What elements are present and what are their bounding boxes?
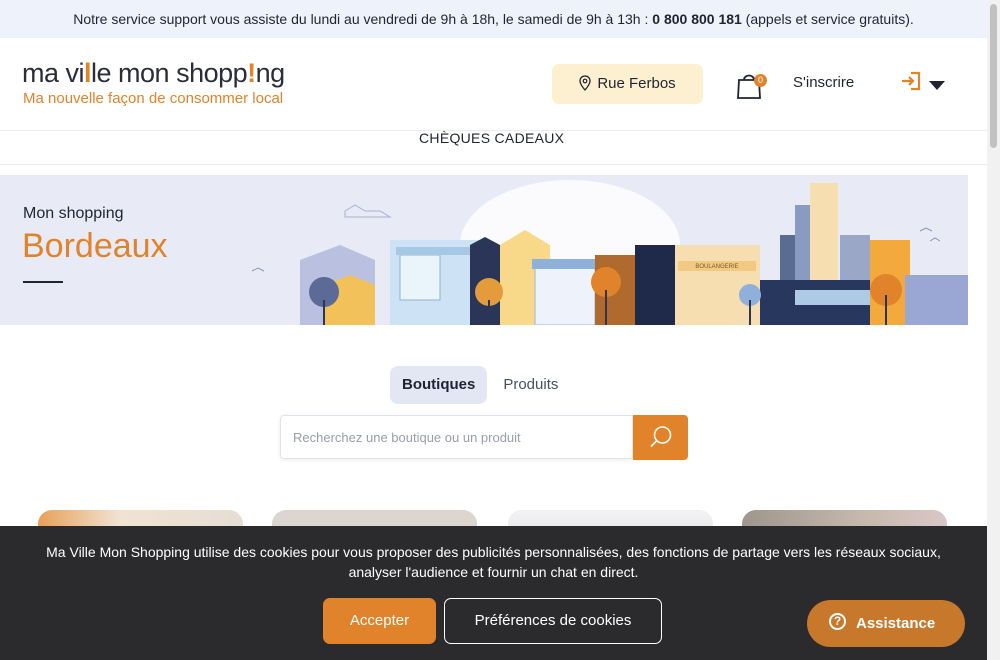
cart-count-badge: 0 [754,74,767,87]
tab-boutiques[interactable]: Boutiques [390,366,488,404]
city-hero-banner: Mon shopping Bordeaux BOULANGERIE [0,175,968,325]
assistance-button[interactable]: ? Assistance [807,600,965,647]
search-tabs: Boutiques Produits [390,366,574,404]
signup-link[interactable]: S'inscrire [793,74,854,91]
search-button[interactable] [633,415,688,460]
main-nav: CHÈQUES CADEAUX [0,130,987,165]
support-bar: Notre service support vous assiste du lu… [0,0,987,38]
accept-cookies-button[interactable]: Accepter [323,598,436,644]
page-scrollbar[interactable] [987,0,1000,660]
hero-subtitle: Mon shopping [23,205,124,222]
cookie-preferences-button[interactable]: Préférences de cookies [444,598,662,644]
map-pin-icon [579,75,591,91]
search-icon [650,426,672,448]
question-icon: ? [829,613,846,630]
site-logo[interactable]: ma ville mon shopp!ng [22,58,285,89]
location-label: Rue Ferbos [597,75,676,92]
shop-sign: BOULANGERIE [695,264,738,270]
nav-item-gift-cards[interactable]: CHÈQUES CADEAUX [419,130,564,146]
logo-accent-2: ! [247,58,256,88]
location-button[interactable]: Rue Ferbos [552,64,703,104]
logo-text-2: le mon shopp [91,58,248,88]
support-phone[interactable]: 0 800 800 181 [652,11,742,27]
tab-produits[interactable]: Produits [491,366,570,404]
logo-accent-1: l [84,58,92,88]
assistance-label: Assistance [856,615,936,632]
site-header: ma ville mon shopp!ng Ma nouvelle façon … [0,38,987,131]
login-icon[interactable] [900,71,922,91]
city-illustration: BOULANGERIE [251,180,968,325]
logo-text-3: ng [255,58,286,88]
support-text-end: (appels et service gratuits). [741,11,914,27]
hero-city-name: Bordeaux [22,227,168,265]
support-text: Notre service support vous assiste du lu… [73,11,653,27]
logo-tagline: Ma nouvelle façon de consommer local [23,90,284,107]
scrollbar-thumb[interactable] [990,4,997,148]
cookie-message: Ma Ville Mon Shopping utilise des cookie… [46,544,941,580]
search-input[interactable]: Recherchez une boutique ou un produit [280,415,633,459]
logo-text-1: ma vi [22,58,85,88]
chevron-down-icon[interactable] [929,81,945,90]
hero-divider [23,281,63,283]
